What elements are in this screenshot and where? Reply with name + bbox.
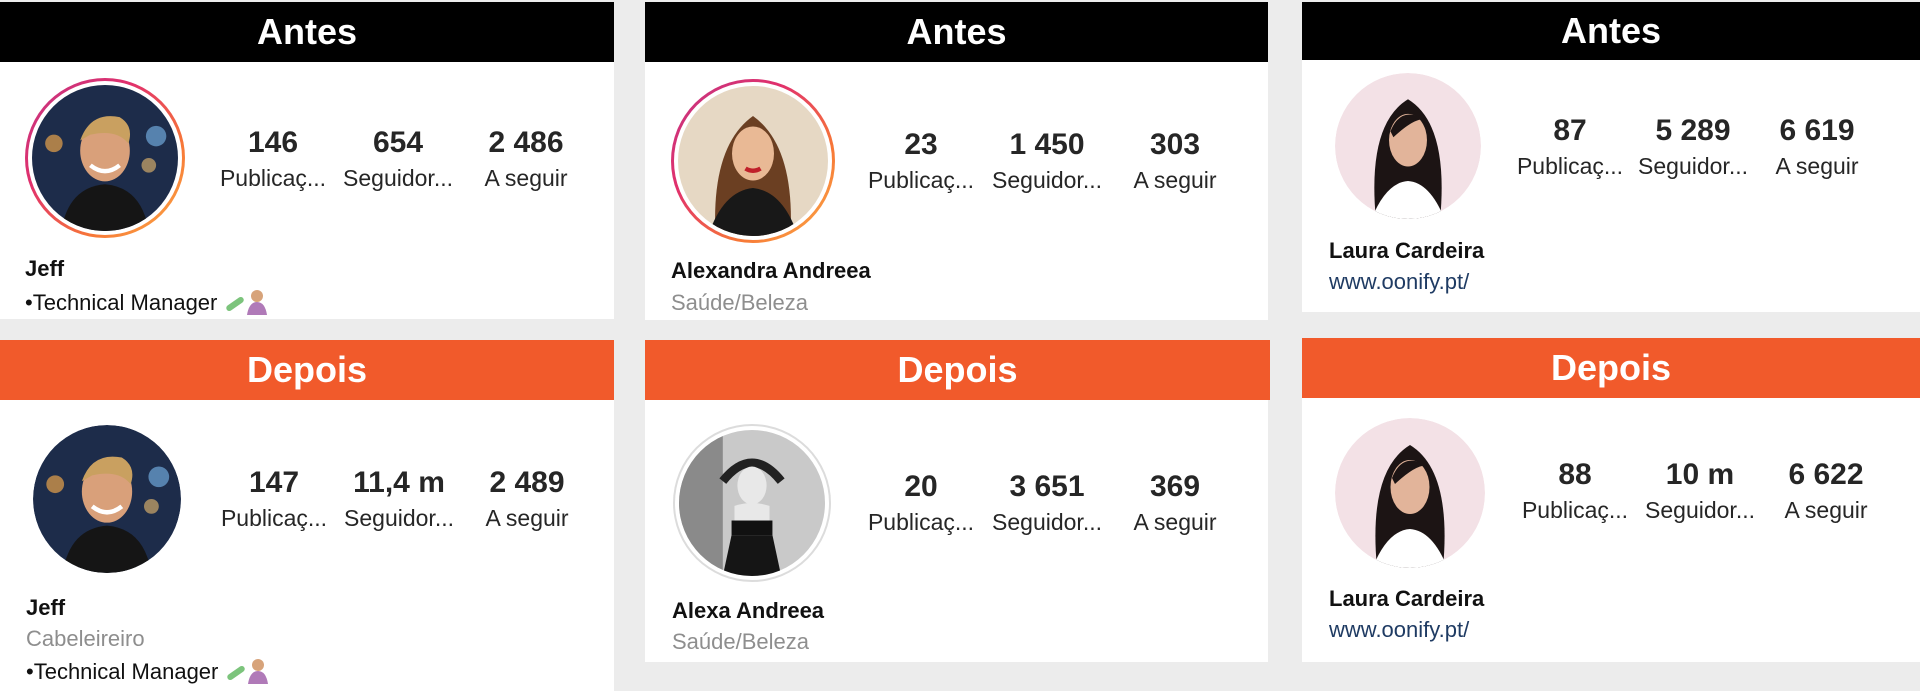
before-banner: Antes — [0, 2, 614, 62]
stat-following[interactable]: 2 489 A seguir — [463, 466, 591, 532]
after-profile-card: 20 Publicaç... 3 651 Seguidor... 369 A s… — [645, 400, 1268, 662]
stat-following[interactable]: 6 619 A seguir — [1755, 114, 1879, 180]
stat-posts[interactable]: 20 Publicaç... — [860, 470, 982, 536]
before-profile-card: 23 Publicaç... 1 450 Seguidor... 303 A s… — [645, 62, 1268, 320]
profile-bio: •Technical Manager — [25, 287, 271, 321]
profile-avatar[interactable] — [33, 425, 181, 573]
stat-followers[interactable]: 3 651 Seguidor... — [982, 470, 1112, 536]
stat-posts[interactable]: 146 Publicaç... — [212, 126, 334, 192]
profile-stats: 146 Publicaç... 654 Seguidor... 2 486 A … — [212, 126, 590, 192]
stat-following[interactable]: 303 A seguir — [1112, 128, 1238, 194]
stat-followers[interactable]: 654 Seguidor... — [334, 126, 462, 192]
profile-photo — [679, 430, 825, 576]
after-profile-card: 88 Publicaç... 10 m Seguidor... 6 622 A … — [1302, 398, 1920, 662]
profile-stats: 88 Publicaç... 10 m Seguidor... 6 622 A … — [1514, 458, 1888, 524]
stat-following[interactable]: 369 A seguir — [1112, 470, 1238, 536]
profile-avatar[interactable] — [1335, 418, 1485, 568]
profile-category: Cabeleireiro — [26, 626, 145, 651]
tools-emoji-icon — [224, 656, 272, 690]
stat-posts[interactable]: 87 Publicaç... — [1509, 114, 1631, 180]
comparison-column-laura: Antes 87 Publicaç... 5 289 Seguidor... 6… — [1302, 0, 1920, 691]
after-banner: Depois — [0, 340, 614, 400]
profile-category: Saúde/Beleza — [672, 629, 809, 654]
profile-avatar[interactable] — [25, 78, 185, 238]
before-profile-card: 146 Publicaç... 654 Seguidor... 2 486 A … — [0, 62, 614, 319]
profile-stats: 147 Publicaç... 11,4 m Seguidor... 2 489… — [213, 466, 591, 532]
tools-emoji-icon — [223, 287, 271, 321]
profile-avatar[interactable] — [671, 79, 835, 243]
stat-posts[interactable]: 88 Publicaç... — [1514, 458, 1636, 524]
stat-posts[interactable]: 147 Publicaç... — [213, 466, 335, 532]
before-profile-card: 87 Publicaç... 5 289 Seguidor... 6 619 A… — [1302, 60, 1920, 312]
profile-avatar[interactable] — [1335, 73, 1481, 219]
after-banner: Depois — [645, 340, 1270, 400]
profile-name: Jeff — [25, 256, 65, 281]
profile-photo — [1335, 73, 1481, 219]
profile-name: Laura Cardeira — [1329, 238, 1485, 263]
profile-category: Saúde/Beleza — [671, 290, 808, 315]
profile-photo — [33, 425, 181, 573]
comparison-column-jeff: Antes 146 Publicaç... 654 Seguidor... 2 … — [0, 0, 614, 691]
before-banner: Antes — [1302, 2, 1920, 60]
stat-following[interactable]: 2 486 A seguir — [462, 126, 590, 192]
stat-followers[interactable]: 1 450 Seguidor... — [982, 128, 1112, 194]
profile-stats: 87 Publicaç... 5 289 Seguidor... 6 619 A… — [1509, 114, 1879, 180]
profile-name: Jeff — [26, 595, 66, 620]
after-profile-card: 147 Publicaç... 11,4 m Seguidor... 2 489… — [0, 400, 614, 691]
before-banner: Antes — [645, 2, 1268, 62]
profile-photo — [32, 85, 178, 231]
stat-following[interactable]: 6 622 A seguir — [1764, 458, 1888, 524]
profile-photo — [678, 86, 828, 236]
profile-bio: •Technical Manager — [26, 656, 272, 690]
profile-name: Alexandra Andreea — [671, 258, 871, 283]
stat-followers[interactable]: 10 m Seguidor... — [1636, 458, 1764, 524]
profile-avatar[interactable] — [673, 424, 831, 582]
stat-posts[interactable]: 23 Publicaç... — [860, 128, 982, 194]
profile-name: Laura Cardeira — [1329, 586, 1485, 611]
profile-website-link[interactable]: www.oonify.pt/ — [1329, 617, 1469, 643]
stat-followers[interactable]: 11,4 m Seguidor... — [335, 466, 463, 532]
profile-photo — [1335, 418, 1485, 568]
after-banner: Depois — [1302, 338, 1920, 398]
stat-followers[interactable]: 5 289 Seguidor... — [1631, 114, 1755, 180]
profile-stats: 23 Publicaç... 1 450 Seguidor... 303 A s… — [860, 128, 1238, 194]
profile-stats: 20 Publicaç... 3 651 Seguidor... 369 A s… — [860, 470, 1238, 536]
comparison-column-alexandra: Antes 23 Publicaç... 1 450 Seguidor... 3… — [645, 0, 1270, 691]
profile-website-link[interactable]: www.oonify.pt/ — [1329, 269, 1469, 295]
profile-name: Alexa Andreea — [672, 598, 825, 623]
